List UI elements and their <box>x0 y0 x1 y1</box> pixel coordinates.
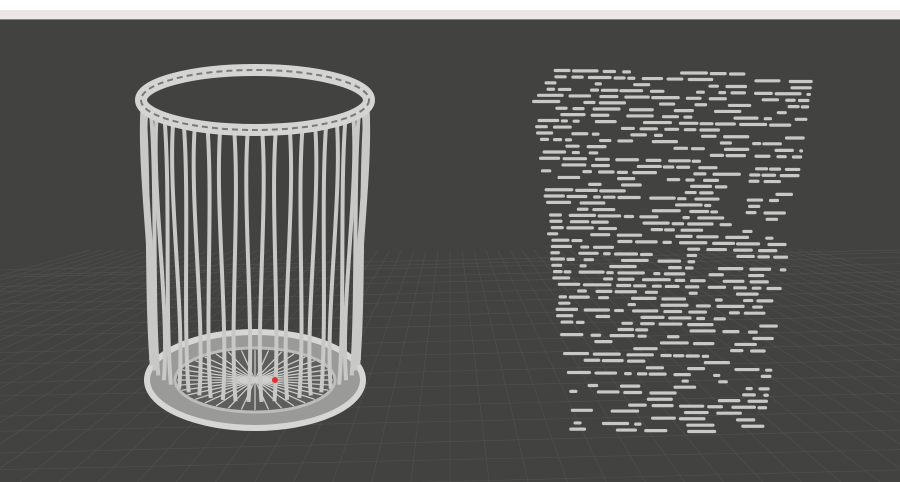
grid-line <box>485 249 568 482</box>
grid-line <box>761 249 900 296</box>
grid-line <box>749 249 900 302</box>
lattice-strut <box>272 127 279 402</box>
pivot-marker <box>272 377 278 383</box>
lattice-strut <box>231 127 238 402</box>
3d-viewport[interactable] <box>0 20 900 482</box>
grid-line <box>461 249 490 482</box>
lattice-cylinder-model[interactable] <box>135 64 375 431</box>
floor-grid <box>0 249 900 482</box>
grid-line <box>665 249 900 362</box>
lattice-strut <box>205 125 213 399</box>
grid-line <box>473 249 529 482</box>
viewport-canvas[interactable] <box>0 20 900 482</box>
lattice-strut <box>297 125 305 399</box>
toolbar <box>0 10 900 20</box>
title-bar <box>0 0 900 10</box>
grid-line <box>773 249 900 291</box>
grid-line <box>410 249 439 482</box>
grid-line <box>0 249 127 291</box>
grid-line <box>371 249 427 482</box>
grid-line <box>809 249 900 277</box>
voxel-point-cloud-model[interactable] <box>532 68 813 434</box>
